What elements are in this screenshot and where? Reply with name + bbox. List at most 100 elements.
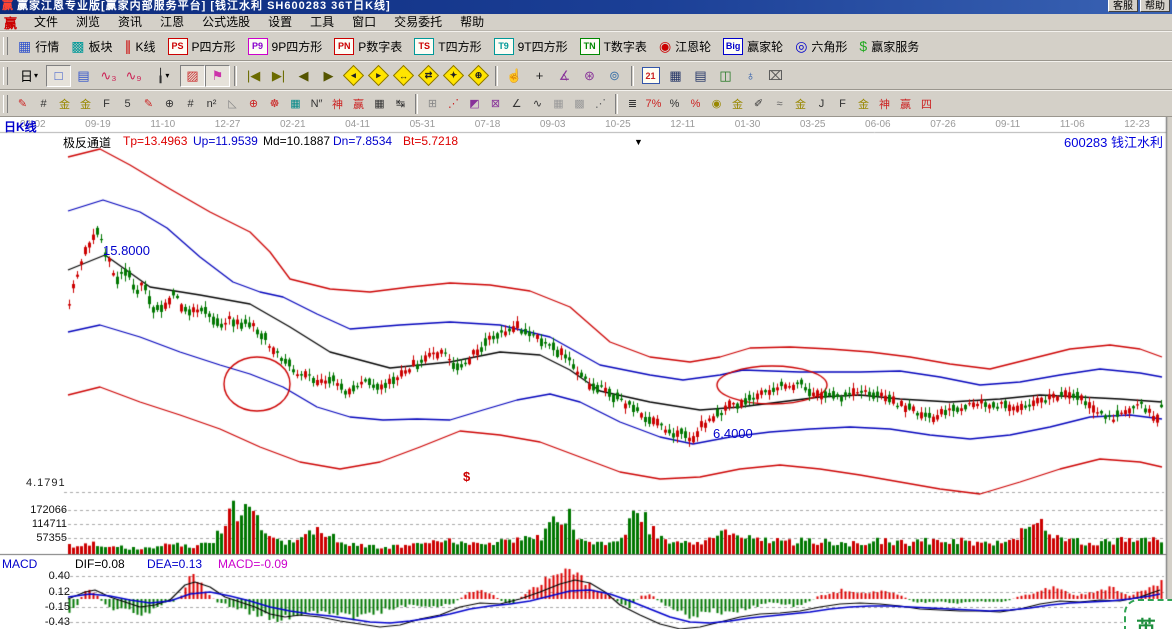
toolbar-wave-channel-button[interactable]: ≈ bbox=[769, 94, 790, 114]
input-method-badge[interactable]: 英 bbox=[1124, 599, 1172, 629]
toolbar-calculator-button[interactable]: ▦ bbox=[663, 65, 688, 87]
menu-item-8[interactable]: 窗口 bbox=[343, 15, 385, 30]
toolbar-p-number-table-button[interactable]: PNP数字表 bbox=[328, 35, 408, 58]
toolbar-network-button[interactable]: ♁ bbox=[738, 65, 763, 87]
toolbar-scale-ruler-button[interactable]: ≣ bbox=[622, 94, 643, 114]
toolbar-s-grid-button[interactable]: 5 bbox=[117, 94, 138, 114]
toolbar-remote-pc-button[interactable]: ⌧ bbox=[763, 65, 788, 87]
toolbar-handle[interactable] bbox=[3, 37, 8, 55]
toolbar-gann-swap-button[interactable]: ⇄ bbox=[416, 65, 441, 87]
toolbar-web-grid-button[interactable]: ▦ bbox=[285, 94, 306, 114]
titlebar-service-button[interactable]: 客服 bbox=[1108, 0, 1138, 12]
toolbar-gann-star-button[interactable]: ✦ bbox=[441, 65, 466, 87]
toolbar-handle[interactable] bbox=[3, 95, 8, 113]
toolbar-knife-button[interactable]: ✐ bbox=[748, 94, 769, 114]
toolbar-jump-last-button[interactable]: ▶| bbox=[266, 65, 291, 87]
toolbar-j-angle-button[interactable]: J bbox=[811, 94, 832, 114]
toolbar-sectors-button[interactable]: ▩板块 bbox=[65, 35, 118, 58]
toolbar-percent-button[interactable]: % bbox=[664, 94, 685, 114]
toolbar-gold-angle-button[interactable]: 金 bbox=[853, 94, 874, 114]
toolbar-step-forward-button[interactable]: ▶ bbox=[316, 65, 341, 87]
toolbar-width-arrows-button[interactable]: ↹ bbox=[390, 94, 411, 114]
toolbar-pattern-button[interactable]: ⊚ bbox=[602, 65, 627, 87]
menu-item-4[interactable]: 江恩 bbox=[151, 15, 193, 30]
toolbar-percent-lines-button[interactable]: % bbox=[685, 94, 706, 114]
toolbar-gann-expand-button[interactable]: ↔ bbox=[391, 65, 416, 87]
kline-chart-canvas[interactable] bbox=[0, 117, 1172, 629]
toolbar-kline-button[interactable]: ∥K线 bbox=[119, 35, 162, 58]
toolbar-color-flag-button[interactable]: ⚑ bbox=[205, 65, 230, 87]
toolbar-wave-line-button[interactable]: ∿ bbox=[527, 94, 548, 114]
menu-item-6[interactable]: 设置 bbox=[259, 15, 301, 30]
toolbar-gold-circle-button[interactable]: ◉ bbox=[706, 94, 727, 114]
menu-item-5[interactable]: 公式选股 bbox=[193, 15, 259, 30]
toolbar-t9-square-button[interactable]: T99T四方形 bbox=[488, 35, 574, 58]
toolbar-handle[interactable] bbox=[3, 67, 8, 85]
toolbar-gray-grid-2-button[interactable]: ▩ bbox=[569, 94, 590, 114]
toolbar-ornament-button[interactable]: ⊛ bbox=[577, 65, 602, 87]
toolbar-number-grid-button[interactable]: ▦ bbox=[369, 94, 390, 114]
toolbar-channel-chart-button[interactable]: ▨ bbox=[180, 65, 205, 87]
toolbar-target-button[interactable]: ⊕ bbox=[243, 94, 264, 114]
toolbar-f-angle-button[interactable]: F bbox=[832, 94, 853, 114]
toolbar-save-button[interactable]: ◫ bbox=[713, 65, 738, 87]
toolbar-gann-wheel-button[interactable]: ◉江恩轮 bbox=[653, 35, 717, 58]
toolbar-web-button[interactable]: ☸ bbox=[264, 94, 285, 114]
toolbar-slant-lines-button[interactable]: ⋰ bbox=[590, 94, 611, 114]
toolbar-shen-angle-button[interactable]: 神 bbox=[874, 94, 895, 114]
toolbar-compass-button[interactable]: ⊕ bbox=[159, 94, 180, 114]
toolbar-grid-button[interactable]: # bbox=[33, 94, 54, 114]
toolbar-percent-7-button[interactable]: 7% bbox=[643, 94, 664, 114]
toolbar-fan-box-button[interactable]: ◩ bbox=[464, 94, 485, 114]
menu-item-10[interactable]: 帮助 bbox=[451, 15, 493, 30]
toolbar-gold-bars-button[interactable]: 金 bbox=[727, 94, 748, 114]
toolbar-stock-filter-button[interactable]: □ bbox=[46, 65, 71, 87]
toolbar-t-square-button[interactable]: TST四方形 bbox=[408, 35, 487, 58]
toolbar-p9-square-button[interactable]: P99P四方形 bbox=[242, 35, 329, 58]
toolbar-rect-select-button[interactable]: ⊞ bbox=[422, 94, 443, 114]
toolbar-p-square-button[interactable]: PSP四方形 bbox=[162, 35, 242, 58]
toolbar-k-notation-button[interactable]: Ν″ bbox=[306, 94, 327, 114]
menu-item-1[interactable]: 文件 bbox=[25, 15, 67, 30]
toolbar-gray-grid-1-button[interactable]: ▦ bbox=[548, 94, 569, 114]
toolbar-gann-left-button[interactable]: ◂ bbox=[341, 65, 366, 87]
toolbar-f-grid-button[interactable]: F bbox=[96, 94, 117, 114]
toolbar-candle-style-button[interactable]: ╽▾ bbox=[146, 65, 180, 87]
menu-item-9[interactable]: 交易委托 bbox=[385, 15, 451, 30]
toolbar-jump-first-button[interactable]: |◀ bbox=[241, 65, 266, 87]
toolbar-quotes-button[interactable]: ▦行情 bbox=[12, 35, 65, 58]
toolbar-fan-lines-button[interactable]: ⋰ bbox=[443, 94, 464, 114]
toolbar-t-number-table-button[interactable]: TNT数字表 bbox=[574, 35, 653, 58]
toolbar-gann-center-button[interactable]: ⊕ bbox=[466, 65, 491, 87]
toolbar-win-grid-button[interactable]: 赢 bbox=[348, 94, 369, 114]
toolbar-si-angle-button[interactable]: 四 bbox=[916, 94, 937, 114]
toolbar-drag-hand-button[interactable]: ☝ bbox=[502, 65, 527, 87]
toolbar-win-angle-button[interactable]: 赢 bbox=[895, 94, 916, 114]
menu-item-2[interactable]: 浏览 bbox=[67, 15, 109, 30]
toolbar-gold-mark-button[interactable]: 金 bbox=[790, 94, 811, 114]
toolbar-gold-grid-2-button[interactable]: 金 bbox=[75, 94, 96, 114]
toolbar-gann-right-button[interactable]: ▸ bbox=[366, 65, 391, 87]
toolbar-n-squared-button[interactable]: n² bbox=[201, 94, 222, 114]
toolbar-wave-9-button[interactable]: ∿₉ bbox=[121, 65, 146, 87]
menu-item-7[interactable]: 工具 bbox=[301, 15, 343, 30]
toolbar-winner-wheel-button[interactable]: Big赢家轮 bbox=[717, 35, 789, 58]
toolbar-angle-line-button[interactable]: ∠ bbox=[506, 94, 527, 114]
toolbar-info-list-button[interactable]: ▤ bbox=[71, 65, 96, 87]
toolbar-pencil-grid-button[interactable]: ✎ bbox=[138, 94, 159, 114]
toolbar-crosshair-button[interactable]: + bbox=[527, 65, 552, 87]
toolbar-calendar-button[interactable]: 21 bbox=[638, 65, 663, 87]
toolbar-dense-grid-button[interactable]: # bbox=[180, 94, 201, 114]
titlebar-help-button[interactable]: 帮助 bbox=[1140, 0, 1170, 12]
toolbar-measure-button[interactable]: ∡ bbox=[552, 65, 577, 87]
toolbar-hexagon-button[interactable]: ◎六角形 bbox=[789, 35, 853, 58]
toolbar-gold-grid-1-button[interactable]: 金 bbox=[54, 94, 75, 114]
toolbar-wave-3-button[interactable]: ∿₃ bbox=[96, 65, 121, 87]
toolbar-protractor-button[interactable]: ◺ bbox=[222, 94, 243, 114]
toolbar-shen-grid-button[interactable]: 神 bbox=[327, 94, 348, 114]
menu-item-3[interactable]: 资讯 bbox=[109, 15, 151, 30]
toolbar-winner-service-button[interactable]: $赢家服务 bbox=[853, 35, 925, 58]
toolbar-step-back-button[interactable]: ◀ bbox=[291, 65, 316, 87]
toolbar-notepad-button[interactable]: ▤ bbox=[688, 65, 713, 87]
toolbar-pencil-button[interactable]: ✎ bbox=[12, 94, 33, 114]
